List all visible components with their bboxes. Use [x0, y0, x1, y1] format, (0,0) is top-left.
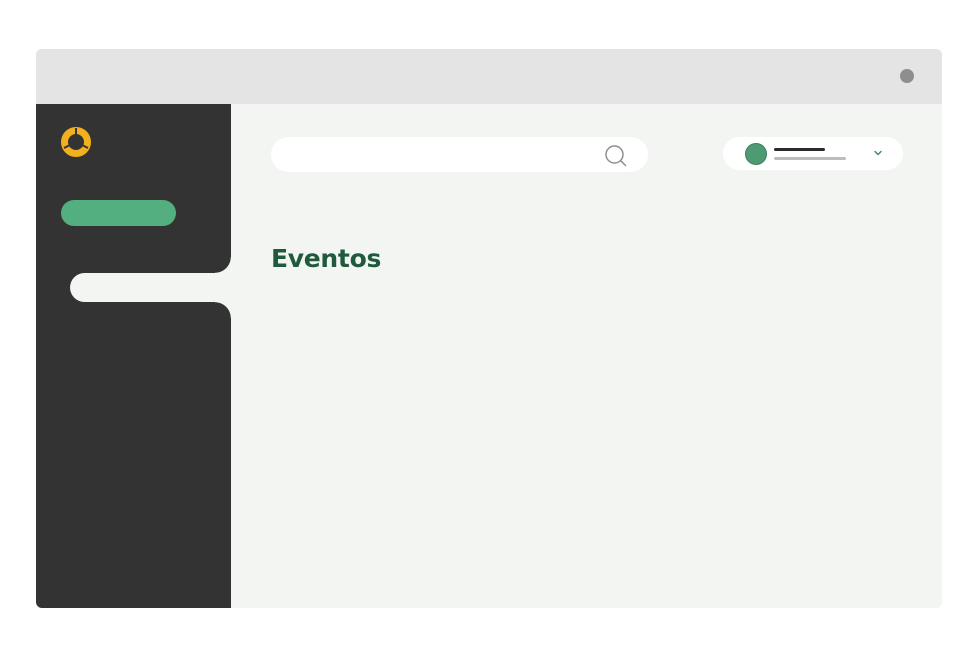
main-content: Eventos — [231, 104, 942, 608]
app-window: Eventos — [36, 49, 942, 608]
user-name-placeholder — [774, 148, 825, 151]
sidebar-item-highlight[interactable] — [61, 200, 176, 226]
user-menu[interactable] — [723, 137, 903, 170]
user-role-placeholder — [774, 157, 846, 160]
chevron-down-icon[interactable] — [873, 148, 883, 158]
search-bar — [271, 137, 648, 174]
window-control-button[interactable] — [900, 69, 914, 83]
search-input[interactable] — [287, 137, 591, 174]
avatar[interactable] — [745, 143, 767, 165]
page-title: Eventos — [271, 244, 382, 273]
logo-icon[interactable] — [60, 126, 92, 158]
sidebar — [36, 104, 231, 608]
sidebar-item-active[interactable] — [70, 257, 231, 318]
search-icon[interactable] — [604, 144, 628, 168]
title-bar — [36, 49, 942, 104]
